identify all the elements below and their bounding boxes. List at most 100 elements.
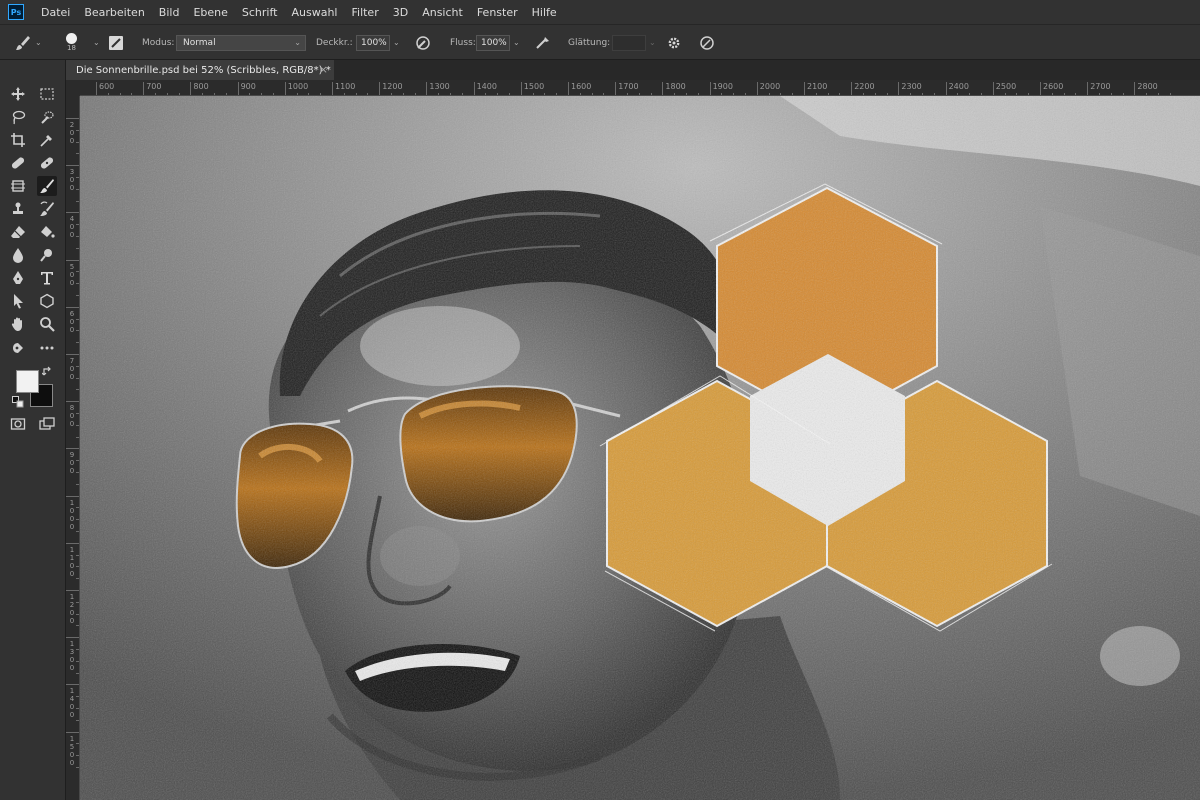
document-tab-bar: Die Sonnenbrille.psd bei 52% (Scribbles,… [66,60,1200,80]
vertical-ruler[interactable]: 200 300 400 500 600 700 800 900 1000 1100 1200 1300… [66,96,80,800]
ruler-tick-label: 2700 [1090,82,1111,91]
menu-hilfe[interactable]: Hilfe [525,6,564,19]
tool-pen[interactable] [8,268,28,288]
screen-mode-button[interactable] [37,414,57,434]
ruler-minor-tick [76,519,79,521]
ruler-tick-label: 2200 [854,82,875,91]
brush-size-picker[interactable]: 18 [66,25,77,60]
photoshop-logo[interactable]: Ps [8,4,24,20]
tool-hand[interactable] [8,314,28,334]
chevron-down-icon: ⌄ [294,37,301,47]
chevron-down-icon: ⌄ [35,38,42,47]
default-colors-button[interactable] [12,396,24,411]
tool-preset-picker[interactable]: ⌄ [14,25,42,60]
ruler-tick-label: 800 [193,82,209,91]
tool-path-selection[interactable] [8,291,28,311]
smoothing-options-button[interactable] [666,25,682,60]
opacity-value: 100% [361,37,387,48]
tool-clone-stamp[interactable] [8,199,28,219]
zoom-tool-icon [40,317,55,332]
close-icon[interactable]: × [319,63,328,76]
menu-bar: Ps Datei Bearbeiten Bild Ebene Schrift A… [0,0,1200,24]
brush-settings-toggle[interactable] [108,25,124,60]
document-tab[interactable]: Die Sonnenbrille.psd bei 52% (Scribbles,… [66,60,334,80]
tool-healing-brush[interactable] [37,153,57,173]
tool-move[interactable] [8,84,28,104]
tool-zoom[interactable] [37,314,57,334]
ruler-tick [66,684,79,686]
ruler-tick [992,82,994,95]
pressure-size-toggle[interactable] [698,25,716,60]
ruler-tick-label: 400 [69,215,75,240]
menu-auswahl[interactable]: Auswahl [284,6,344,19]
tool-spot-healing[interactable] [8,153,28,173]
opacity-chevron-icon[interactable]: ⌄ [393,38,400,47]
ruler-tick [66,165,79,167]
tool-blur[interactable] [8,245,28,265]
menu-schrift[interactable]: Schrift [235,6,285,19]
smoothing-input[interactable] [612,34,646,51]
pressure-opacity-toggle[interactable] [414,25,432,60]
smoothing-chevron-icon[interactable]: ⌄ [649,38,656,47]
tool-paint-bucket[interactable] [37,222,57,242]
eyedropper-tool-icon [40,135,52,147]
ruler-tick-label: 700 [69,357,75,381]
tool-brush[interactable] [37,176,57,196]
polygon-tool-icon [40,293,54,309]
brush-size-chevron[interactable]: ⌄ [90,25,100,60]
ruler-tick [426,82,428,95]
ruler-minor-tick [76,436,79,438]
tool-frame[interactable] [8,176,28,196]
opacity-input[interactable]: 100% [356,34,390,51]
tool-polygon[interactable] [37,291,57,311]
tool-marquee[interactable] [37,84,57,104]
blend-mode-value: Normal [183,37,216,48]
tool-quick-selection[interactable] [37,107,57,127]
flow-chevron-icon[interactable]: ⌄ [513,38,520,47]
brush-tip-icon [66,32,77,44]
document-canvas[interactable] [80,96,1200,800]
menu-fenster[interactable]: Fenster [470,6,525,19]
ruler-tick-label: 800 [69,404,75,429]
tool-crop[interactable] [8,130,28,150]
menu-datei[interactable]: Datei [34,6,77,19]
tool-dodge[interactable] [37,245,57,265]
pen-tool-icon [13,271,23,284]
ruler-minor-tick [76,554,79,556]
horizontal-ruler[interactable]: 600 700 800 900 1000 1100 1200 1300 1400 1500 1600… [80,80,1200,96]
ruler-origin[interactable] [66,80,80,96]
ruler-tick-label: 2100 [807,82,828,91]
menu-ansicht[interactable]: Ansicht [415,6,470,19]
ruler-minor-tick [76,613,79,615]
tool-edit-toolbar[interactable] [8,338,28,358]
ruler-tick [756,82,758,95]
menu-3d[interactable]: 3D [386,6,415,19]
menu-bearbeiten[interactable]: Bearbeiten [77,6,151,19]
ruler-minor-tick [76,271,79,273]
tool-more[interactable] [37,338,57,358]
ruler-tick-label: 1600 [571,82,592,91]
ruler-tick [96,82,97,95]
type-tool-icon [41,272,53,285]
more-tools-icon [40,346,54,350]
airbrush-toggle[interactable] [534,25,552,60]
flow-input[interactable]: 100% [476,34,510,51]
menu-filter[interactable]: Filter [344,6,385,19]
tool-type[interactable] [37,268,57,288]
ruler-tick [66,542,79,544]
ruler-minor-tick [76,141,79,143]
tool-lasso[interactable] [8,107,28,127]
ruler-tick [568,82,569,95]
menu-bild[interactable]: Bild [152,6,187,19]
foreground-color-swatch[interactable] [16,370,39,393]
swap-colors-button[interactable] [41,366,53,380]
tool-eraser[interactable] [8,222,28,242]
ruler-tick-label: 2600 [1043,82,1064,91]
tool-history-brush[interactable] [37,199,57,219]
ruler-tick [66,118,79,119]
tool-eyedropper[interactable] [37,130,57,150]
ruler-minor-tick [76,708,79,709]
quick-mask-button[interactable] [8,414,28,434]
blend-mode-dropdown[interactable]: Normal ⌄ [176,34,306,51]
menu-ebene[interactable]: Ebene [186,6,234,19]
